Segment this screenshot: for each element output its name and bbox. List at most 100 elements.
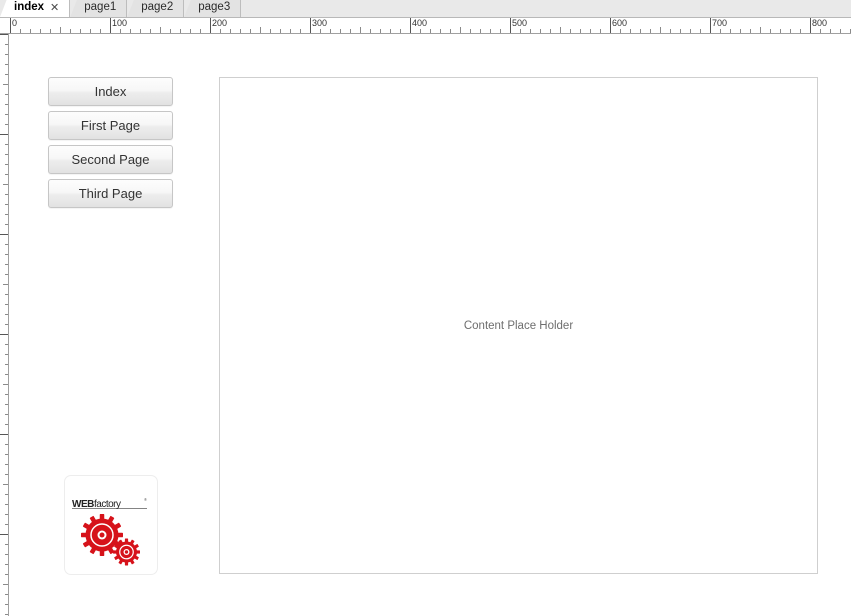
ruler-tick [5,344,8,345]
ruler-tick [620,29,621,33]
tab-bar: index ✕ page1 page2 page3 [0,0,851,18]
ruler-label: 300 [312,18,328,28]
ruler-tick [5,64,8,65]
ruler-tick [570,29,571,33]
nav-button-label: Third Page [78,186,143,201]
horizontal-ruler: 0 100 200 300 400 500 600 700 800 [0,18,851,34]
ruler-tick [240,29,241,33]
tab-page2[interactable]: page2 [127,0,185,17]
ruler-tick [840,29,841,33]
ruler-tick [510,18,511,33]
content-place-holder-panel[interactable]: Content Place Holder [219,77,818,574]
ruler-tick [180,29,181,33]
ruler-tick [5,564,8,565]
ruler-tick [100,29,101,33]
ruler-tick [5,494,8,495]
ruler-tick [120,29,121,33]
ruler-tick [5,424,8,425]
ruler-tick [450,29,451,33]
ruler-tick [700,29,701,33]
ruler-tick [360,27,361,33]
ruler-tick [30,29,31,33]
ruler-tick [350,29,351,33]
ruler-tick [5,464,8,465]
ruler-tick [40,29,41,33]
ruler-tick [10,18,11,33]
ruler-label: 800 [812,18,828,28]
ruler-tick [130,29,131,33]
ruler-tick [5,354,8,355]
ruler-tick [5,124,8,125]
ruler-tick [5,474,8,475]
ruler-tick [390,29,391,33]
ruler-tick [250,29,251,33]
ruler-tick [5,164,8,165]
ruler-label: 200 [212,18,228,28]
ruler-tick [810,18,811,33]
tab-index[interactable]: index ✕ [0,0,71,17]
ruler-tick [160,27,161,33]
ruler-tick [370,29,371,33]
ruler-tick [440,29,441,33]
ruler-tick [320,29,321,33]
ruler-tick [3,484,8,485]
ruler-tick [280,29,281,33]
ruler-tick [5,574,8,575]
tab-page3[interactable]: page3 [184,0,242,17]
nav-button-label: Index [94,84,127,99]
logo-box[interactable]: WEB factory ® [64,475,158,575]
ruler-tick [5,274,8,275]
web-page-designer-window: index ✕ page1 page2 page3 0 100 200 300 400 500 60… [0,0,851,616]
ruler-tick [5,414,8,415]
ruler-tick [50,29,51,33]
ruler-tick [790,29,791,33]
ruler-tick [590,29,591,33]
ruler-tick [5,554,8,555]
ruler-tick [70,29,71,33]
nav-button-index[interactable]: Index [48,77,173,106]
ruler-tick [580,29,581,33]
ruler-tick [270,29,271,33]
ruler-tick [630,29,631,33]
close-icon[interactable]: ✕ [50,2,59,14]
ruler-label: 700 [712,18,728,28]
webfactory-wordmark-icon: WEB factory ® [72,497,147,510]
ruler-tick [5,294,8,295]
ruler-tick [5,504,8,505]
vertical-ruler [0,34,9,616]
ruler-tick [5,304,8,305]
ruler-tick [480,29,481,33]
ruler-label: 600 [612,18,628,28]
ruler-tick [500,29,501,33]
ruler-tick [0,534,8,535]
ruler-tick [0,234,8,235]
nav-button-second-page[interactable]: Second Page [48,145,173,174]
ruler-tick [5,394,8,395]
ruler-tick [3,584,8,585]
ruler-tick [710,18,711,33]
ruler-tick [5,264,8,265]
ruler-tick [400,29,401,33]
ruler-tick [3,184,8,185]
ruler-tick [5,224,8,225]
nav-button-first-page[interactable]: First Page [48,111,173,140]
ruler-tick [0,134,8,135]
content-place-holder-label: Content Place Holder [463,319,574,332]
ruler-tick [0,334,8,335]
ruler-tick [650,29,651,33]
ruler-tick [760,27,761,33]
ruler-tick [3,284,8,285]
ruler-tick [690,29,691,33]
tab-label: page3 [198,1,231,14]
ruler-tick [5,514,8,515]
ruler-tick [5,44,8,45]
ruler-tick [340,29,341,33]
ruler-tick [190,29,191,33]
tab-page1[interactable]: page1 [70,0,128,17]
ruler-tick [5,524,8,525]
ruler-tick [380,29,381,33]
nav-button-third-page[interactable]: Third Page [48,179,173,208]
design-canvas[interactable]: Index First Page Second Page Third Page … [10,35,851,616]
ruler-tick [330,29,331,33]
ruler-tick [220,29,221,33]
